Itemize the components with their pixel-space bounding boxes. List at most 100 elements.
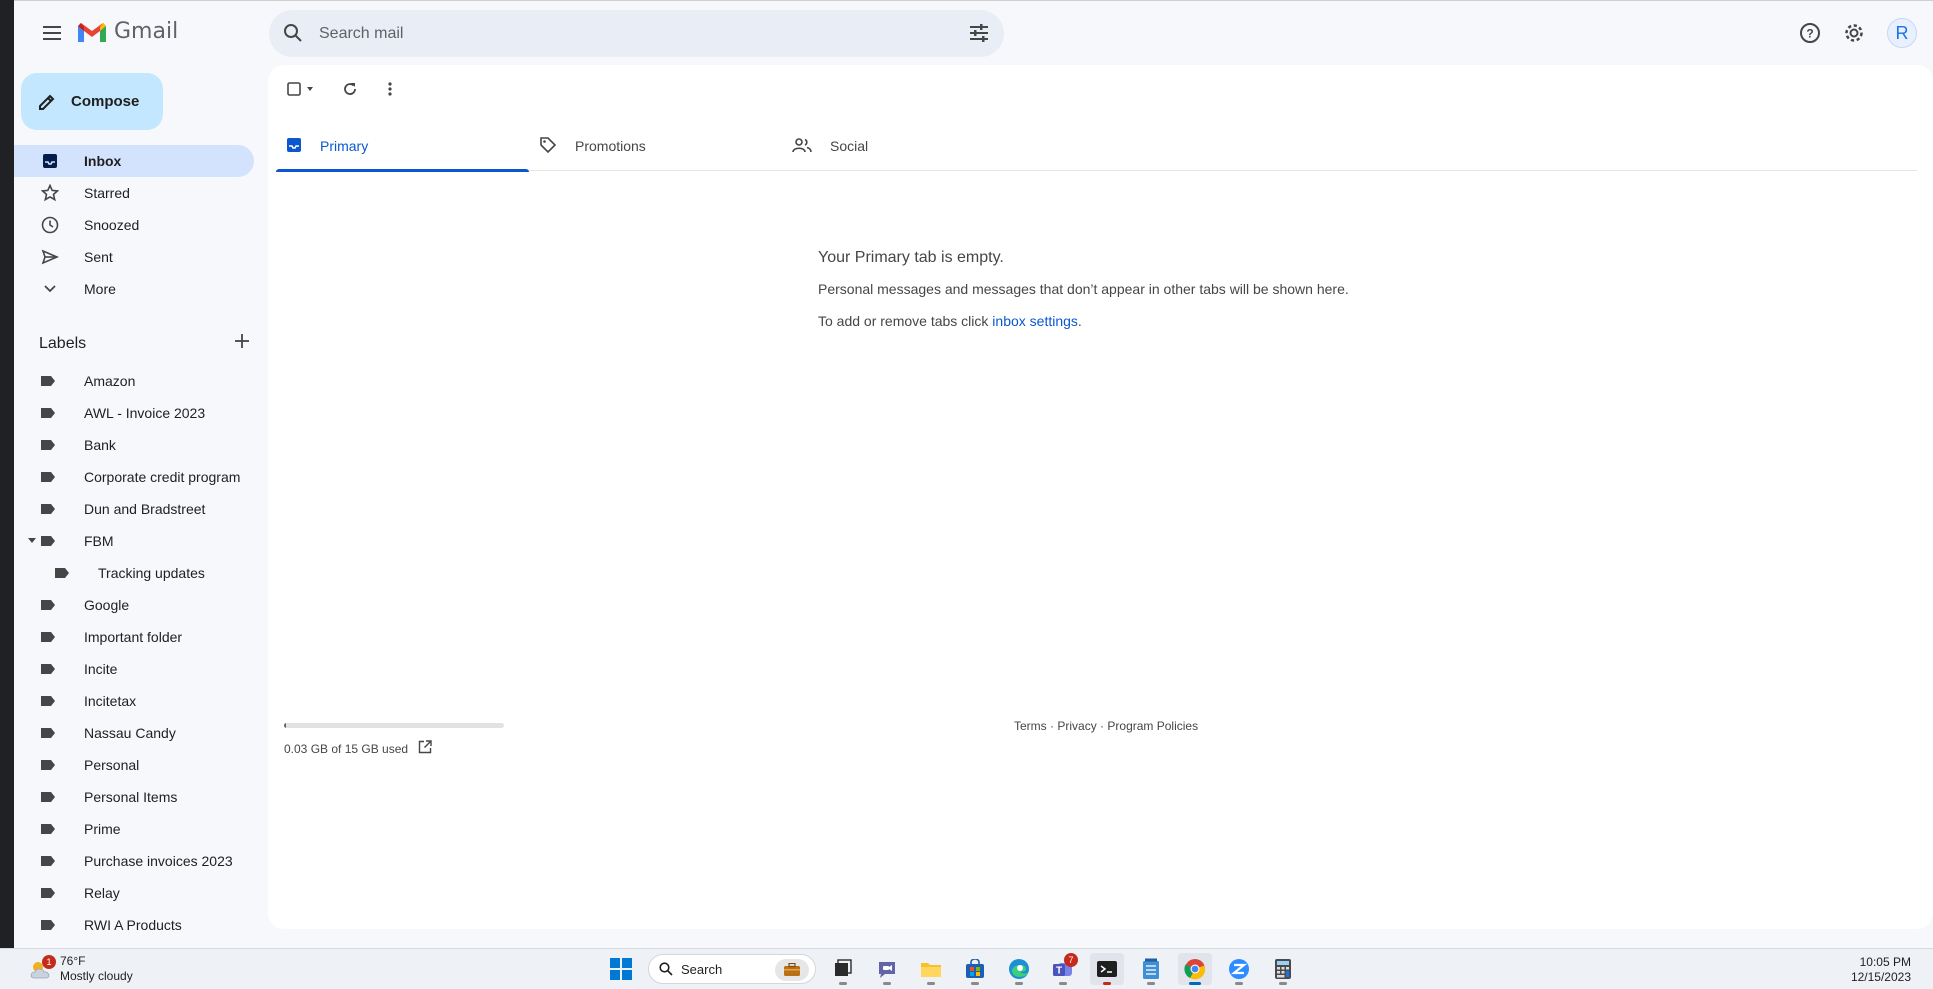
label-name: Incitetax xyxy=(84,693,137,709)
taskbar-app-chat[interactable] xyxy=(870,953,904,985)
gear-icon xyxy=(1845,24,1863,42)
taskbar-app-terminal[interactable] xyxy=(1090,953,1124,985)
sidebar-item-sent[interactable]: Sent xyxy=(14,241,254,273)
label-name: Personal xyxy=(84,757,140,773)
taskbar-app-edge[interactable] xyxy=(1002,953,1036,985)
tab-primary[interactable]: Primary xyxy=(276,121,529,172)
list-toolbar xyxy=(268,65,1933,113)
taskbar-app-store[interactable] xyxy=(958,953,992,985)
inbox-settings-link[interactable]: inbox settings xyxy=(992,313,1078,329)
svg-text:?: ? xyxy=(1806,27,1813,41)
taskbar-app-chrome[interactable] xyxy=(1178,953,1212,985)
sidebar-item-snoozed[interactable]: Snoozed xyxy=(14,209,254,241)
start-button[interactable] xyxy=(604,953,638,985)
label-item[interactable]: Relay xyxy=(14,877,254,909)
label-name: Personal Items xyxy=(84,789,178,805)
open-in-new-icon[interactable] xyxy=(418,740,432,757)
tab-promotions[interactable]: Promotions xyxy=(529,121,782,171)
briefcase-icon xyxy=(775,959,809,981)
taskbar-app-notepad[interactable] xyxy=(1134,953,1168,985)
main-panel: Primary Promotions Social Your Primary t… xyxy=(268,65,1933,929)
label-item[interactable]: Purchase invoices 2023 xyxy=(14,845,254,877)
checkbox-icon xyxy=(287,82,313,96)
sidebar-item-label: Starred xyxy=(84,185,130,201)
weather-widget[interactable]: 1 76°F Mostly cloudy xyxy=(28,954,133,984)
taskbar-app-teams[interactable]: T 7 xyxy=(1046,953,1080,985)
label-icon xyxy=(40,695,60,707)
label-item-expandable[interactable]: FBM xyxy=(14,525,254,557)
taskbar-app-calculator[interactable] xyxy=(1266,953,1300,985)
select-all-checkbox[interactable] xyxy=(284,77,320,101)
refresh-button[interactable] xyxy=(338,77,362,101)
label-item[interactable]: AWL - Invoice 2023 xyxy=(14,397,254,429)
label-icon xyxy=(40,375,60,387)
label-item[interactable]: Google xyxy=(14,589,254,621)
system-clock[interactable]: 10:05 PM 12/15/2023 xyxy=(1851,955,1911,985)
label-item[interactable]: Amazon xyxy=(14,365,254,397)
avatar-letter: R xyxy=(1895,22,1909,43)
notepad-icon xyxy=(1143,958,1159,979)
compose-button[interactable]: Compose xyxy=(21,73,163,130)
privacy-link[interactable]: Privacy xyxy=(1057,719,1096,733)
taskbar-search[interactable]: Search xyxy=(648,954,816,984)
program-policies-link[interactable]: Program Policies xyxy=(1107,719,1198,733)
label-item[interactable]: Incitetax xyxy=(14,685,254,717)
search-input[interactable] xyxy=(319,10,919,57)
taskbar-app-task-view[interactable] xyxy=(826,953,860,985)
tag-icon xyxy=(539,136,557,157)
more-options-button[interactable] xyxy=(382,77,398,101)
label-item[interactable]: Corporate credit program xyxy=(14,461,254,493)
label-icon xyxy=(40,887,60,899)
label-item[interactable]: Nassau Candy xyxy=(14,717,254,749)
label-item[interactable]: Bank xyxy=(14,429,254,461)
label-name: FBM xyxy=(84,533,114,549)
add-label-button[interactable] xyxy=(235,334,249,353)
sidebar-item-label: More xyxy=(84,281,116,297)
label-item[interactable]: Incite xyxy=(14,653,254,685)
window-left-edge xyxy=(0,0,14,948)
gmail-wordmark: Gmail xyxy=(114,19,179,44)
taskbar-app-file-explorer[interactable] xyxy=(914,953,948,985)
search-bar[interactable] xyxy=(269,10,1004,57)
folder-icon xyxy=(921,963,941,977)
label-item[interactable]: Prime xyxy=(14,813,254,845)
footer-separator: · xyxy=(1050,719,1055,733)
label-item[interactable]: Dun and Bradstreet xyxy=(14,493,254,525)
gmail-logo[interactable]: Gmail xyxy=(76,19,178,44)
labels-list: Amazon AWL - Invoice 2023 Bank Corporate… xyxy=(14,365,254,941)
star-icon xyxy=(40,184,60,202)
refresh-icon xyxy=(344,83,356,95)
teams-badge: 7 xyxy=(1064,953,1078,967)
gmail-m-icon xyxy=(78,22,106,42)
label-item-nested[interactable]: Tracking updates xyxy=(14,557,254,589)
clock-time: 10:05 PM xyxy=(1859,955,1911,969)
label-name: Important folder xyxy=(84,629,183,645)
label-item[interactable]: RWI A Products xyxy=(14,909,254,941)
tab-social[interactable]: Social xyxy=(782,121,1035,171)
search-icon[interactable] xyxy=(283,23,303,48)
sidebar-item-inbox[interactable]: Inbox xyxy=(14,145,254,177)
label-item[interactable]: Personal xyxy=(14,749,254,781)
sidebar-item-more[interactable]: More xyxy=(14,273,254,305)
label-icon xyxy=(40,823,60,835)
terms-link[interactable]: Terms xyxy=(1014,719,1047,733)
storage-info: 0.03 GB of 15 GB used xyxy=(284,740,524,757)
label-icon xyxy=(40,919,60,931)
label-name: Purchase invoices 2023 xyxy=(84,853,233,869)
sidebar-item-starred[interactable]: Starred xyxy=(14,177,254,209)
label-item[interactable]: Important folder xyxy=(14,621,254,653)
label-name: Corporate credit program xyxy=(84,469,241,485)
search-options-icon[interactable] xyxy=(968,23,990,48)
people-icon xyxy=(792,137,812,156)
main-menu-button[interactable] xyxy=(36,17,68,49)
expand-caret-icon[interactable] xyxy=(28,538,36,543)
taskbar-app-zoom[interactable] xyxy=(1222,953,1256,985)
settings-button[interactable] xyxy=(1840,19,1868,47)
footer-separator: · xyxy=(1100,719,1105,733)
labels-header: Labels xyxy=(39,334,249,353)
help-button[interactable]: ? xyxy=(1796,19,1824,47)
chat-icon xyxy=(879,962,895,978)
account-avatar[interactable]: R xyxy=(1887,18,1917,48)
label-icon xyxy=(40,855,60,867)
label-item[interactable]: Personal Items xyxy=(14,781,254,813)
